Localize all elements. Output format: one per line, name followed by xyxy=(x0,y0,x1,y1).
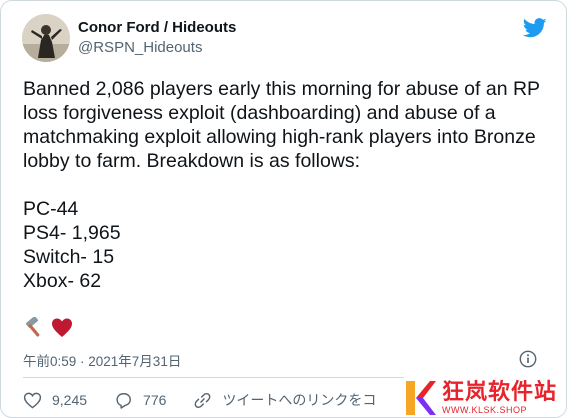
tweet-timestamp[interactable]: 午前0:59 · 2021年7月31日 xyxy=(23,350,181,370)
user-handle[interactable]: @RSPN_Hideouts xyxy=(78,38,236,58)
heart-icon xyxy=(52,318,72,337)
watermark-title: 狂岚软件站 xyxy=(442,379,558,404)
copy-link-label: ツイートへのリンクをコ xyxy=(222,392,377,408)
tweet-text: Banned 2,086 players early this morning … xyxy=(23,78,540,292)
watermark-logo-icon xyxy=(406,381,436,415)
link-icon xyxy=(195,392,211,408)
reply-count: 776 xyxy=(143,392,167,408)
tweet-card: Conor Ford / Hideouts @RSPN_Hideouts Ban… xyxy=(0,0,567,418)
twitter-bird-icon[interactable] xyxy=(523,18,547,38)
info-icon[interactable] xyxy=(519,350,537,368)
display-name[interactable]: Conor Ford / Hideouts xyxy=(78,18,236,38)
hammer-icon xyxy=(25,317,40,337)
profile-photo-icon xyxy=(22,14,70,62)
reply-button[interactable]: 776 xyxy=(114,391,166,410)
like-count: 9,245 xyxy=(52,392,88,408)
reply-bubble-icon xyxy=(116,392,131,409)
watermark-url: WWW.KLSK.SHOP xyxy=(442,405,528,415)
watermark: 狂岚软件站 WWW.KLSK.SHOP xyxy=(404,377,566,417)
copy-link-button[interactable]: ツイートへのリンクをコ xyxy=(193,390,376,410)
tweet-header: Conor Ford / Hideouts @RSPN_Hideouts xyxy=(22,14,236,62)
emoji-row xyxy=(23,317,79,339)
avatar[interactable] xyxy=(22,14,70,62)
like-button[interactable]: 9,245 xyxy=(23,391,87,410)
tweet-actions: 9,245 776 ツイートへのリンクをコ xyxy=(23,390,403,410)
heart-outline-icon xyxy=(23,392,42,409)
